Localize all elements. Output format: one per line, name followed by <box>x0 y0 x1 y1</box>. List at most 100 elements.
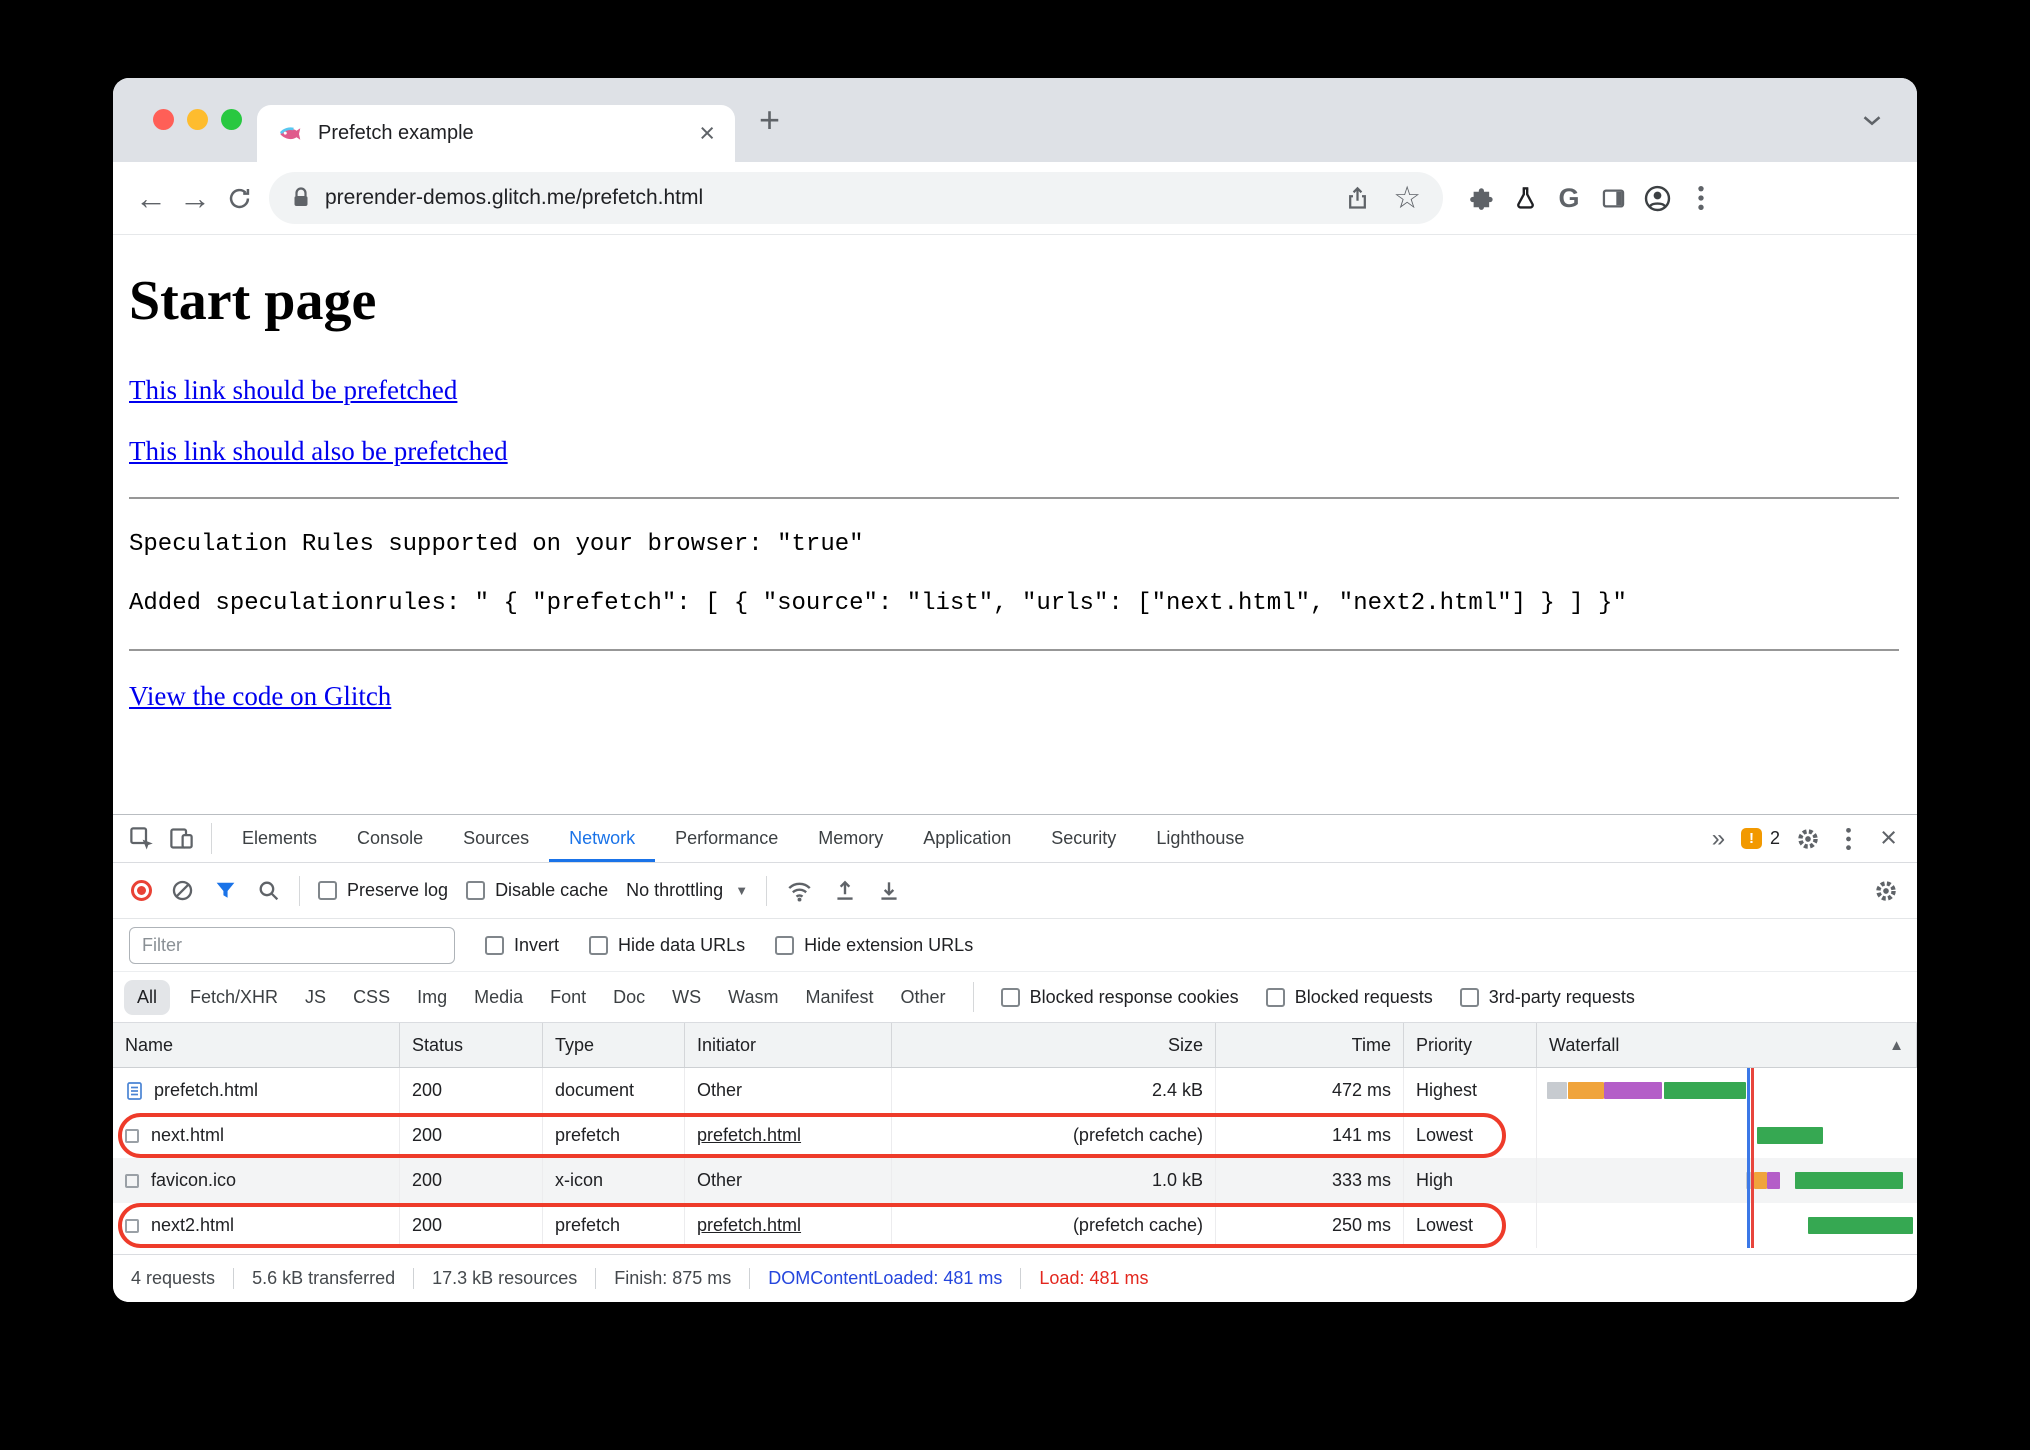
request-name: favicon.ico <box>151 1170 237 1190</box>
google-extension-icon[interactable]: G <box>1547 175 1591 221</box>
bookmark-star-icon[interactable]: ☆ <box>1393 180 1421 216</box>
devtools-tab-sources[interactable]: Sources <box>443 815 549 862</box>
checkbox-icon[interactable] <box>485 935 504 955</box>
devtools-tab-console[interactable]: Console <box>337 815 443 862</box>
extension-flask-icon[interactable] <box>1503 175 1547 221</box>
initiator-link[interactable]: prefetch.html <box>697 1125 801 1146</box>
cell-type: x-icon <box>543 1158 685 1203</box>
throttling-value: No throttling <box>626 880 724 900</box>
request-filter-chip-wasm[interactable]: Wasm <box>728 987 778 1008</box>
devtools-tab-lighthouse[interactable]: Lighthouse <box>1136 815 1264 862</box>
request-filter-chip-other[interactable]: Other <box>901 987 946 1008</box>
zoom-window-button[interactable] <box>221 109 242 130</box>
browser-tab[interactable]: Prefetch example × <box>257 105 735 162</box>
devtools-tab-application[interactable]: Application <box>903 815 1031 862</box>
import-har-icon[interactable] <box>832 878 858 904</box>
side-panel-icon[interactable] <box>1591 175 1635 221</box>
disable-cache-checkbox[interactable]: Disable cache <box>466 880 608 901</box>
column-header-name[interactable]: Name <box>113 1023 400 1067</box>
tab-search-chevron-icon[interactable] <box>1861 78 1883 162</box>
prefetch-link-1[interactable]: This link should be prefetched <box>129 375 457 405</box>
request-filter-chip-manifest[interactable]: Manifest <box>806 987 874 1008</box>
profile-avatar[interactable] <box>1635 175 1679 221</box>
cell-initiator: Other <box>685 1158 892 1203</box>
request-filter-chip-css[interactable]: CSS <box>353 987 390 1008</box>
filter-funnel-icon[interactable] <box>213 878 238 903</box>
more-tabs-chevron-icon[interactable]: » <box>1704 825 1733 853</box>
prefetch-link-2[interactable]: This link should also be prefetched <box>129 436 508 466</box>
browser-menu-kebab-icon[interactable] <box>1679 175 1723 221</box>
checkbox-icon[interactable] <box>1000 987 1020 1007</box>
devtools-tab-security[interactable]: Security <box>1031 815 1136 862</box>
device-toolbar-icon[interactable] <box>161 819 201 859</box>
network-request-row-prefetch-html[interactable]: prefetch.html 200 document Other 2.4 kB 472 m… <box>113 1068 1917 1113</box>
devtools-menu-kebab-icon[interactable] <box>1828 819 1868 859</box>
checkbox-icon[interactable] <box>318 881 337 900</box>
network-conditions-wifi-icon[interactable] <box>785 876 814 905</box>
column-header-type[interactable]: Type <box>543 1023 685 1067</box>
inspect-element-icon[interactable] <box>121 819 161 859</box>
devtools-tab-network[interactable]: Network <box>549 815 656 862</box>
request-filter-chip-doc[interactable]: Doc <box>613 987 645 1008</box>
close-window-button[interactable] <box>153 109 174 130</box>
checkbox-icon[interactable] <box>466 881 486 900</box>
initiator-link[interactable]: prefetch.html <box>697 1215 801 1236</box>
column-header-status[interactable]: Status <box>400 1023 543 1067</box>
devtools-tab-performance[interactable]: Performance <box>655 815 798 862</box>
view-code-link[interactable]: View the code on Glitch <box>129 681 391 711</box>
blocked-response-cookies-checkbox[interactable]: Blocked response cookies <box>1000 987 1239 1008</box>
column-header-waterfall[interactable]: Waterfall ▲ <box>1537 1023 1917 1067</box>
request-filter-chip-fetch-xhr[interactable]: Fetch/XHR <box>190 987 278 1008</box>
column-header-initiator[interactable]: Initiator <box>685 1023 892 1067</box>
extensions-puzzle-icon[interactable] <box>1459 175 1503 221</box>
network-summary-bar: 4 requests 5.6 kB transferred 17.3 kB reso… <box>113 1254 1917 1302</box>
network-request-row-next-html[interactable]: next.html 200 prefetch prefetch.html (prefet… <box>113 1113 1917 1158</box>
export-har-icon[interactable] <box>876 878 902 904</box>
issues-badge[interactable]: ! 2 <box>1733 828 1788 849</box>
devtools-tab-elements[interactable]: Elements <box>222 815 337 862</box>
summary-17-3-kb-resources: 17.3 kB resources <box>413 1267 595 1290</box>
devtools-close-icon[interactable]: × <box>1868 822 1909 855</box>
request-filter-chip-font[interactable]: Font <box>550 987 586 1008</box>
request-filter-chip-ws[interactable]: WS <box>672 987 701 1008</box>
request-filter-chip-js[interactable]: JS <box>305 987 326 1008</box>
throttling-dropdown[interactable]: No throttling ▼ <box>626 880 748 901</box>
network-request-row-next2-html[interactable]: next2.html 200 prefetch prefetch.html (prefe… <box>113 1203 1917 1248</box>
new-tab-button[interactable]: + <box>735 78 804 162</box>
checkbox-icon[interactable] <box>775 935 795 955</box>
devtools-settings-gear-icon[interactable] <box>1788 819 1828 859</box>
minimize-window-button[interactable] <box>187 109 208 130</box>
column-header-size[interactable]: Size <box>892 1023 1216 1067</box>
checkbox-icon[interactable] <box>1459 987 1479 1007</box>
request-filter-chip-img[interactable]: Img <box>417 987 447 1008</box>
column-header-priority[interactable]: Priority <box>1404 1023 1537 1067</box>
column-header-time[interactable]: Time <box>1216 1023 1404 1067</box>
request-filter-chip-all[interactable]: All <box>124 979 171 1015</box>
checkbox-icon[interactable] <box>589 935 609 955</box>
back-button[interactable]: ← <box>129 175 173 221</box>
filter-input[interactable] <box>129 926 455 964</box>
search-icon[interactable] <box>256 878 281 903</box>
request-filter-chip-media[interactable]: Media <box>474 987 523 1008</box>
devtools-tab-memory[interactable]: Memory <box>798 815 903 862</box>
tab-title: Prefetch example <box>318 122 474 144</box>
network-request-row-favicon-ico[interactable]: favicon.ico 200 x-icon Other 1.0 kB 333 ms Hig… <box>113 1158 1917 1203</box>
checkbox-icon[interactable] <box>1265 987 1285 1007</box>
blocked-requests-checkbox[interactable]: Blocked requests <box>1265 987 1433 1008</box>
tab-close-icon[interactable]: × <box>699 120 715 147</box>
clear-network-log-icon[interactable] <box>170 878 195 903</box>
3rd-party-requests-checkbox[interactable]: 3rd-party requests <box>1459 987 1635 1008</box>
network-settings-gear-icon[interactable] <box>1873 878 1899 904</box>
hide-data-urls-checkbox[interactable]: Hide data URLs <box>589 935 745 956</box>
cell-status: 200 <box>400 1068 543 1113</box>
invert-checkbox[interactable]: Invert <box>485 935 559 956</box>
forward-button[interactable]: → <box>173 175 217 221</box>
cell-priority: High <box>1404 1158 1537 1203</box>
share-icon[interactable] <box>1335 175 1379 221</box>
hide-extension-urls-checkbox[interactable]: Hide extension URLs <box>775 935 973 956</box>
address-bar[interactable]: prerender-demos.glitch.me/prefetch.html … <box>269 172 1443 224</box>
url-text[interactable]: prerender-demos.glitch.me/prefetch.html <box>325 186 1321 210</box>
reload-button[interactable] <box>217 175 261 221</box>
preserve-log-checkbox[interactable]: Preserve log <box>318 880 448 901</box>
record-network-log-button[interactable] <box>131 880 152 901</box>
